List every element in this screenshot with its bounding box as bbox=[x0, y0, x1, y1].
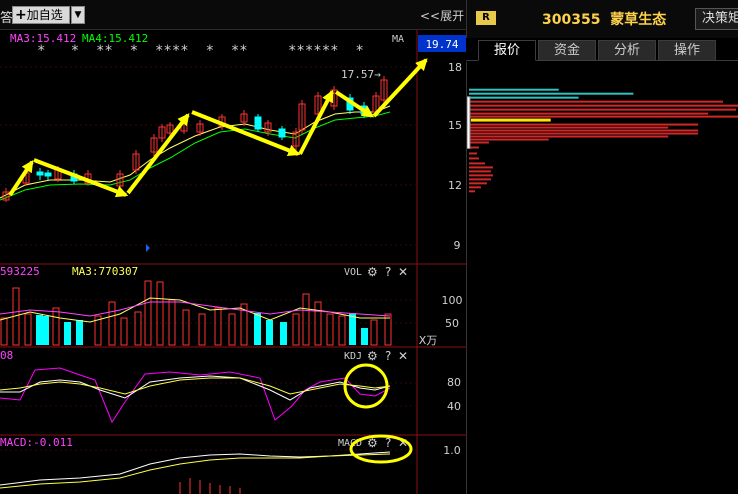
vol-axis-label: 100 bbox=[442, 294, 463, 307]
tab-funds[interactable]: 资金 bbox=[538, 40, 596, 61]
high-price-annotation: 17.57→ bbox=[341, 68, 381, 81]
vol-ma-label: MA3:770307 bbox=[72, 265, 138, 278]
kdj-panel-name: KDJ bbox=[344, 351, 362, 362]
tab-analysis[interactable]: 分析 bbox=[598, 40, 656, 61]
kdj-highlight-circle bbox=[343, 363, 389, 409]
macd-dif-line bbox=[0, 451, 391, 486]
price-axis-label: 15 bbox=[448, 119, 462, 132]
info-tabs: 报价 资金 分析 操作 bbox=[466, 38, 738, 61]
macd-histogram bbox=[179, 478, 241, 494]
signal-stars-left: * * ** * **** * ** bbox=[37, 43, 248, 59]
expand-button[interactable]: <<展开 bbox=[420, 7, 464, 24]
kdj-help-icon[interactable]: ? bbox=[385, 349, 391, 363]
kdj-axis-label: 80 bbox=[447, 376, 461, 389]
tab-quote[interactable]: 报价 bbox=[478, 40, 536, 61]
vol-close-icon[interactable]: ✕ bbox=[398, 265, 408, 279]
price-axis-label: 9 bbox=[454, 239, 461, 252]
signal-stars-right: ****** * bbox=[288, 43, 364, 59]
kdj-k-line bbox=[0, 375, 391, 401]
price-axis-label: 18 bbox=[448, 61, 462, 74]
price-axis-label: 12 bbox=[448, 179, 462, 192]
vol-help-icon[interactable]: ? bbox=[385, 265, 391, 279]
decision-matrix-button[interactable]: 决策矩 bbox=[695, 8, 738, 30]
kdj-left-label: 08 bbox=[0, 349, 13, 362]
vol-settings-icon[interactable]: ⚙ bbox=[367, 265, 378, 279]
plus-icon: + bbox=[15, 7, 27, 23]
stock-name: 蒙草生态 bbox=[610, 12, 667, 28]
vol-left-label: 593225 bbox=[0, 265, 40, 278]
vol-axis-label: 50 bbox=[445, 317, 459, 330]
r-badge: R bbox=[476, 11, 496, 25]
vol-unit-label: X万 bbox=[419, 334, 438, 347]
macd-left-label: MACD:-0.011 bbox=[0, 436, 73, 449]
profile-range-marker bbox=[467, 96, 471, 149]
volume-profile bbox=[466, 62, 738, 494]
kdj-settings-icon[interactable]: ⚙ bbox=[367, 349, 378, 363]
stock-header: R 300355 蒙草生态 决策矩 bbox=[466, 0, 738, 38]
watchlist-dropdown-button[interactable]: ▼ bbox=[71, 6, 85, 24]
stock-title: 300355 蒙草生态 bbox=[542, 9, 666, 29]
kdj-j-line bbox=[0, 367, 391, 424]
add-to-watchlist-label: 加自选 bbox=[26, 8, 63, 22]
kline-chart-area[interactable]: MA3:15.412 MA4:15.412 MA * * ** * **** *… bbox=[0, 30, 466, 494]
profile-current-price-line bbox=[470, 118, 551, 122]
profile-cyan-bars bbox=[468, 88, 634, 99]
vol-panel-name: VOL bbox=[344, 267, 362, 278]
tab-operation[interactable]: 操作 bbox=[658, 40, 716, 61]
macd-axis-label: 1.0 bbox=[443, 444, 461, 457]
stock-code: 300355 bbox=[542, 12, 601, 28]
macd-dea-line bbox=[0, 453, 391, 489]
ma-tag: MA bbox=[392, 34, 404, 45]
kdj-close-icon[interactable]: ✕ bbox=[398, 349, 408, 363]
current-price-value: 19.74 bbox=[425, 38, 458, 51]
profile-red-bars bbox=[468, 100, 738, 193]
add-to-watchlist-button[interactable]: +加自选 bbox=[12, 6, 70, 24]
cursor-marker bbox=[146, 244, 150, 252]
ma3-line bbox=[0, 105, 391, 199]
kdj-axis-label: 40 bbox=[447, 400, 461, 413]
chart-toolbar: 答 +加自选 ▼ <<展开 bbox=[0, 0, 466, 30]
